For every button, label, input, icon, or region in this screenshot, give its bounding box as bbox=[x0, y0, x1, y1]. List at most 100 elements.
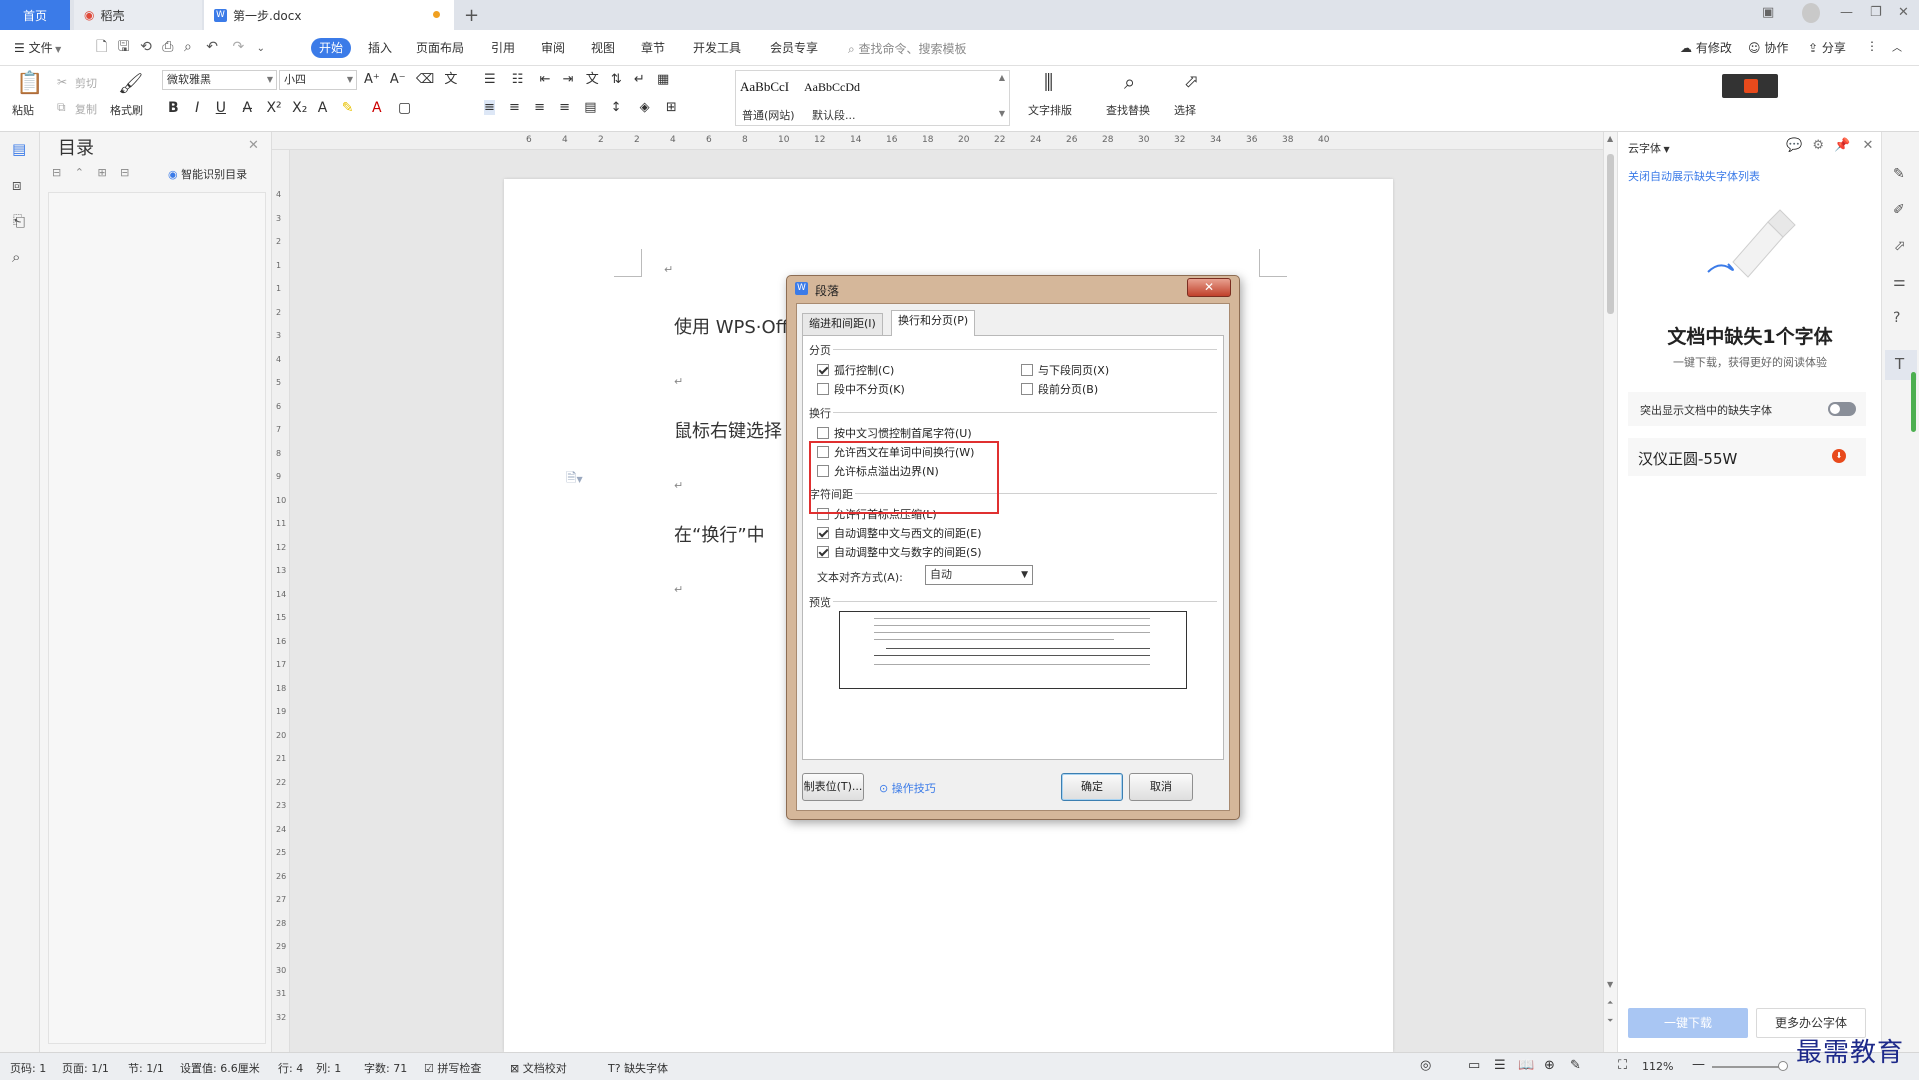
new-doc-icon[interactable]: 🗋 bbox=[96, 39, 107, 55]
adjust-icon[interactable]: ⚌ bbox=[1893, 274, 1906, 290]
collapse-ribbon-icon[interactable]: ︿ bbox=[1892, 39, 1902, 54]
distribute-icon[interactable]: ▤ bbox=[584, 100, 596, 115]
pointer-icon[interactable]: ⬀ bbox=[1894, 238, 1906, 254]
justify-icon[interactable]: ≡ bbox=[559, 100, 570, 115]
decrease-indent-icon[interactable]: ⇤ bbox=[540, 72, 551, 87]
scroll-up-icon[interactable]: ▲ bbox=[1607, 134, 1613, 143]
tabs-button[interactable]: 制表位(T)... bbox=[802, 773, 864, 801]
char-border-icon[interactable]: ▢ bbox=[398, 100, 411, 116]
prev-page-icon[interactable]: ⏶ bbox=[1607, 998, 1613, 1008]
style-normal-web-name[interactable]: 普通(网站) bbox=[742, 107, 795, 123]
cut-button[interactable]: 剪切 bbox=[75, 75, 97, 91]
grow-font-icon[interactable]: A⁺ bbox=[364, 72, 380, 87]
smart-toc-button[interactable]: ◉ 智能识别目录 bbox=[168, 166, 247, 182]
cursor-select-icon[interactable]: ⬀ bbox=[1184, 70, 1199, 94]
subscript-icon[interactable]: X₂ bbox=[292, 100, 307, 116]
modified-button[interactable]: ☁ 有修改 bbox=[1680, 39, 1732, 56]
scroll-thumb[interactable] bbox=[1607, 154, 1614, 314]
menu-references[interactable]: 引用 bbox=[491, 39, 515, 56]
export-icon[interactable]: ⟲ bbox=[140, 39, 152, 55]
help-icon[interactable]: ? bbox=[1893, 310, 1900, 326]
zoom-slider-thumb[interactable] bbox=[1778, 1061, 1788, 1071]
menu-view[interactable]: 视图 bbox=[591, 39, 615, 56]
keep-lines-checkbox[interactable]: 段中不分页(K) bbox=[817, 381, 905, 397]
minimize-icon[interactable]: — bbox=[1840, 5, 1853, 20]
increase-indent-icon[interactable]: ⇥ bbox=[563, 72, 574, 87]
collapse-icon[interactable]: ⌃ bbox=[75, 166, 84, 179]
expand-all-icon[interactable]: ⊟ bbox=[52, 166, 61, 179]
translate-icon[interactable]: ✎ bbox=[1893, 166, 1905, 182]
copy-icon[interactable]: ⧉ bbox=[57, 99, 66, 115]
select-button[interactable]: 选择 bbox=[1174, 102, 1196, 118]
dialog-close-button[interactable]: ✕ bbox=[1187, 278, 1231, 297]
paste-icon[interactable]: 📋 bbox=[16, 72, 43, 96]
paragraph-layout-icon[interactable]: 🗎▼ bbox=[566, 469, 583, 491]
tips-link[interactable]: ⊙ 操作技巧 bbox=[879, 780, 936, 796]
superscript-icon[interactable]: X² bbox=[266, 100, 281, 116]
chapter-nav-icon[interactable]: ⧈ bbox=[12, 176, 22, 194]
status-row[interactable]: 行: 4 bbox=[278, 1060, 303, 1076]
widow-control-checkbox[interactable]: 孤行控制(C) bbox=[817, 362, 894, 378]
text-layout-button[interactable]: 文字排版 bbox=[1028, 102, 1072, 118]
horizontal-ruler[interactable]: 6 4 2 2 4 6 8 10 12 14 16 18 20 22 24 26 28 30 32 34 36 38 40 bbox=[272, 132, 1603, 150]
style-normal-web-preview[interactable]: AaBbCcI bbox=[740, 79, 789, 95]
write-view-icon[interactable]: ✎ bbox=[1570, 1058, 1581, 1073]
new-tab-button[interactable]: + bbox=[458, 0, 482, 30]
status-col[interactable]: 列: 1 bbox=[316, 1060, 341, 1076]
strikethrough-icon[interactable]: A̶ bbox=[242, 100, 252, 116]
pen-icon[interactable]: ✐ bbox=[1893, 202, 1905, 218]
cn-rules-checkbox[interactable]: 按中文习惯控制首尾字符(U) bbox=[817, 425, 972, 441]
status-setting[interactable]: 设置值: 6.6厘米 bbox=[180, 1060, 260, 1076]
font-size-select[interactable]: 小四 ▼ bbox=[279, 70, 357, 90]
status-page[interactable]: 页面: 1/1 bbox=[62, 1060, 109, 1076]
customize-icon[interactable]: ⌄ bbox=[257, 43, 265, 54]
next-page-icon[interactable]: ⏷ bbox=[1607, 1016, 1613, 1026]
tab-home[interactable]: 首页 bbox=[0, 0, 70, 30]
numbered-list-icon[interactable]: ☷ bbox=[512, 72, 524, 87]
close-panel-icon[interactable]: ✕ bbox=[248, 138, 259, 153]
align-left-icon[interactable]: ≡ bbox=[484, 100, 495, 115]
cloud-font-title[interactable]: 云字体 ▼ bbox=[1628, 140, 1670, 156]
settings-icon[interactable]: ⚙ bbox=[1812, 138, 1824, 153]
text-align-select[interactable]: 自动 ▼ bbox=[925, 565, 1033, 585]
format-painter-button[interactable]: 格式刷 bbox=[110, 102, 143, 118]
auto-cn-en-checkbox[interactable]: 自动调整中文与西文的间距(E) bbox=[817, 525, 982, 541]
eye-protect-icon[interactable]: ◎ bbox=[1420, 1058, 1431, 1073]
underline-icon[interactable]: U bbox=[216, 100, 226, 116]
menu-insert[interactable]: 插入 bbox=[368, 39, 392, 56]
print-preview-icon[interactable]: ⌕ bbox=[184, 39, 192, 55]
close-icon[interactable]: ✕ bbox=[1862, 138, 1873, 153]
tab-document[interactable]: W 第一步.docx bbox=[204, 0, 454, 30]
scroll-down-icon[interactable]: ▼ bbox=[1607, 980, 1613, 989]
layout-icon[interactable]: ▣ bbox=[1762, 5, 1774, 20]
pin-icon[interactable]: 📌 bbox=[1834, 138, 1850, 153]
tab-daoke[interactable]: ◉ 稻壳 bbox=[74, 0, 202, 30]
save-icon[interactable]: 🖫 bbox=[118, 39, 130, 55]
show-marks-icon[interactable]: ↵ bbox=[634, 72, 645, 87]
outline-view-icon[interactable]: ☰ bbox=[1494, 1058, 1506, 1073]
status-section[interactable]: 节: 1/1 bbox=[128, 1060, 164, 1076]
copy-button[interactable]: 复制 bbox=[75, 101, 97, 117]
restore-icon[interactable]: ❐ bbox=[1870, 5, 1882, 20]
download-font-icon[interactable]: ⬇ bbox=[1832, 449, 1846, 463]
shrink-font-icon[interactable]: A⁻ bbox=[390, 72, 406, 87]
style-default-name[interactable]: 默认段... bbox=[812, 107, 856, 123]
status-words[interactable]: 字数: 71 bbox=[364, 1060, 407, 1076]
menu-membership[interactable]: 会员专享 bbox=[770, 39, 818, 56]
collaborate-button[interactable]: ☺ 协作 bbox=[1748, 39, 1788, 56]
italic-icon[interactable]: I bbox=[195, 100, 199, 116]
share-button[interactable]: ⇪ 分享 bbox=[1808, 39, 1846, 56]
menu-page-layout[interactable]: 页面布局 bbox=[416, 39, 464, 56]
paste-button[interactable]: 粘贴 bbox=[12, 102, 34, 118]
vertical-scrollbar[interactable]: ▲ ▼ ⏶ ⏷ bbox=[1603, 132, 1617, 1052]
close-window-icon[interactable]: ✕ bbox=[1898, 5, 1909, 20]
bookmark-icon[interactable]: ⎗ bbox=[13, 212, 25, 230]
remove-heading-icon[interactable]: ⊟ bbox=[120, 166, 129, 179]
page-view-icon[interactable]: ▭ bbox=[1468, 1058, 1480, 1073]
missing-font-item[interactable]: 汉仪正圆-55W ⬇ bbox=[1628, 438, 1866, 476]
toc-nav-icon[interactable]: ▤ bbox=[12, 140, 26, 158]
cut-icon[interactable]: ✂ bbox=[57, 74, 67, 90]
cancel-button[interactable]: 取消 bbox=[1129, 773, 1193, 801]
add-heading-icon[interactable]: ⊞ bbox=[97, 166, 106, 179]
find-replace-button[interactable]: 查找替换 bbox=[1106, 102, 1150, 118]
